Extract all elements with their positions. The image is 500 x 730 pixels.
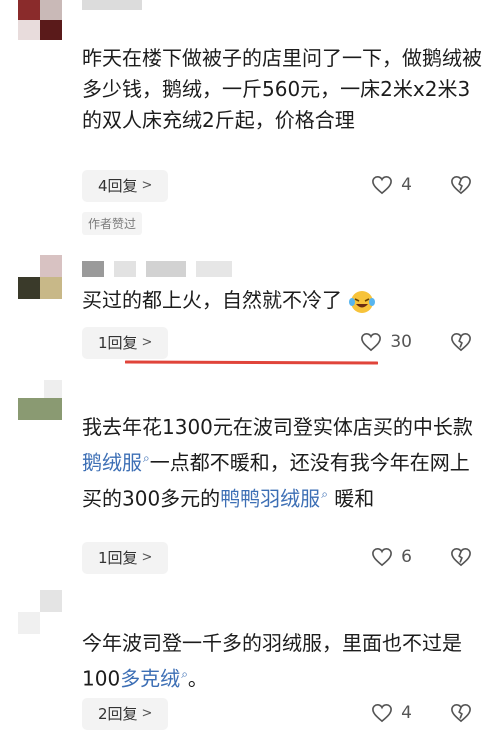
chevron-right-icon: > — [141, 178, 153, 193]
search-icon: ⌕ — [181, 667, 188, 681]
comment-text: 今年波司登一千多的羽绒服，里面也不过是100多克绒⌕。 — [82, 628, 482, 695]
reply-button[interactable]: 1回复 > — [82, 542, 169, 574]
dislike-button[interactable] — [450, 703, 472, 727]
chevron-right-icon: > — [141, 550, 153, 565]
heart-icon — [372, 547, 393, 567]
search-link[interactable]: 多克绒 — [120, 667, 180, 691]
comment-text-part: 我去年花1300元在波司登实体店买的中长款 — [82, 415, 473, 439]
reply-label: 1回复 — [98, 549, 138, 567]
comment-text-part: 。 — [187, 666, 208, 691]
like-button[interactable]: 4 — [371, 703, 412, 723]
dislike-button[interactable] — [450, 547, 472, 571]
search-icon: ⌕ — [321, 486, 328, 501]
comment-text: 买过的都上火，自然就不冷了 — [82, 285, 482, 316]
search-link[interactable]: 鸭鸭羽绒服 — [220, 486, 320, 510]
broken-heart-icon — [451, 175, 471, 195]
reply-button[interactable]: 2回复 > — [82, 698, 169, 730]
like-count: 4 — [401, 703, 412, 723]
like-count: 6 — [401, 547, 412, 567]
reply-label: 4回复 — [98, 177, 138, 195]
comment-text-part: 暖和 — [334, 486, 375, 511]
chevron-right-icon: > — [141, 706, 153, 721]
reply-button[interactable]: 1回复 > — [82, 327, 169, 359]
like-count: 30 — [390, 332, 412, 352]
heart-icon — [361, 332, 382, 352]
avatar[interactable] — [18, 255, 62, 299]
author-liked-badge: 作者赞过 — [82, 212, 143, 235]
search-link[interactable]: 鹅绒服 — [82, 451, 142, 475]
heart-icon — [372, 175, 393, 195]
like-button[interactable]: 4 — [371, 175, 412, 195]
laughing-tears-emoji — [349, 290, 376, 313]
comment-text: 昨天在楼下做被子的店里问了一下，做鹅绒被多少钱，鹅绒，一斤560元，一床2米x2… — [82, 46, 482, 132]
avatar[interactable] — [18, 590, 62, 634]
reply-label: 1回复 — [98, 334, 138, 352]
chevron-right-icon: > — [141, 335, 153, 350]
highlight-line — [125, 360, 378, 365]
like-button[interactable]: 6 — [371, 547, 412, 567]
search-icon: ⌕ — [143, 451, 150, 465]
broken-heart-icon — [451, 332, 471, 352]
avatar[interactable] — [18, 380, 62, 424]
reply-button[interactable]: 4回复 > — [82, 170, 169, 202]
broken-heart-icon — [451, 547, 471, 567]
like-count: 4 — [401, 175, 412, 195]
heart-icon — [372, 703, 393, 723]
username-blurred[interactable] — [82, 0, 142, 10]
comment-text-content: 买过的都上火，自然就不冷了 — [82, 288, 342, 312]
broken-heart-icon — [451, 703, 471, 723]
dislike-button[interactable] — [450, 175, 472, 199]
reply-label: 2回复 — [98, 705, 138, 723]
dislike-button[interactable] — [450, 332, 472, 356]
avatar[interactable] — [18, 0, 62, 40]
username-blurred[interactable] — [82, 261, 232, 277]
like-button[interactable]: 30 — [360, 332, 412, 352]
comment-text: 我去年花1300元在波司登实体店买的中长款鹅绒服⌕一点都不暖和，还没有我今年在网… — [82, 412, 482, 514]
